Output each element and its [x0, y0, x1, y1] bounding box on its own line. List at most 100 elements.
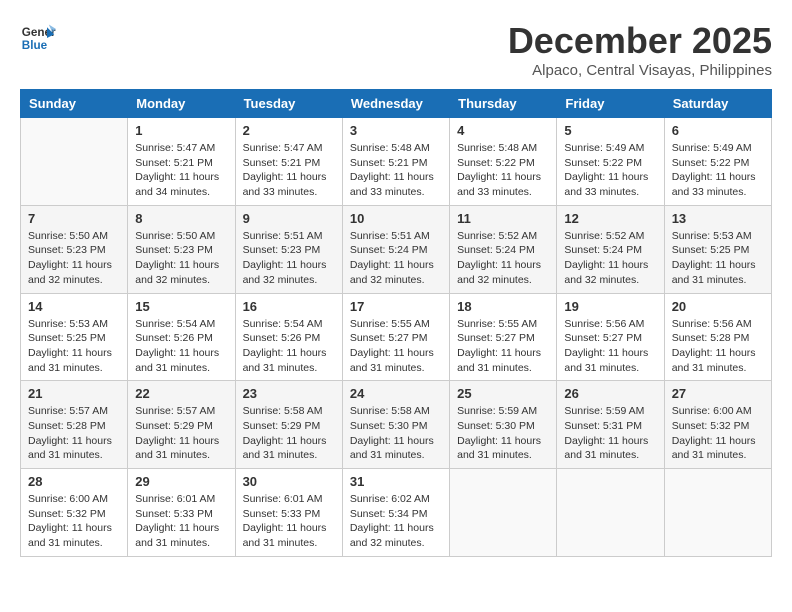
- title-section: December 2025 Alpaco, Central Visayas, P…: [508, 20, 772, 79]
- calendar-week-row: 1Sunrise: 5:47 AMSunset: 5:21 PMDaylight…: [21, 118, 772, 206]
- weekday-header-row: SundayMondayTuesdayWednesdayThursdayFrid…: [21, 90, 772, 118]
- calendar-day-20: 20 Sunrise: 5:56 AMSunset: 5:28 PMDayligh…: [664, 293, 771, 381]
- day-number: 8: [135, 211, 227, 226]
- calendar-day-3: 3 Sunrise: 5:48 AMSunset: 5:21 PMDaylight…: [342, 118, 449, 206]
- day-info: Sunrise: 5:53 AMSunset: 5:25 PMDaylight:…: [28, 317, 120, 376]
- calendar-week-row: 14 Sunrise: 5:53 AMSunset: 5:25 PMDayligh…: [21, 293, 772, 381]
- calendar-day-27: 27 Sunrise: 6:00 AMSunset: 5:32 PMDayligh…: [664, 381, 771, 469]
- day-number: 2: [243, 123, 335, 138]
- day-number: 12: [564, 211, 656, 226]
- day-number: 14: [28, 299, 120, 314]
- calendar-day-18: 18 Sunrise: 5:55 AMSunset: 5:27 PMDayligh…: [450, 293, 557, 381]
- calendar-title: December 2025: [508, 20, 772, 62]
- empty-cell: [450, 469, 557, 557]
- day-info: Sunrise: 5:56 AMSunset: 5:28 PMDaylight:…: [672, 317, 764, 376]
- day-number: 16: [243, 299, 335, 314]
- empty-cell: [21, 118, 128, 206]
- day-info: Sunrise: 5:58 AMSunset: 5:30 PMDaylight:…: [350, 404, 442, 463]
- day-number: 15: [135, 299, 227, 314]
- day-info: Sunrise: 6:00 AMSunset: 5:32 PMDaylight:…: [672, 404, 764, 463]
- day-info: Sunrise: 5:50 AMSunset: 5:23 PMDaylight:…: [135, 229, 227, 288]
- day-number: 24: [350, 386, 442, 401]
- day-info: Sunrise: 5:59 AMSunset: 5:30 PMDaylight:…: [457, 404, 549, 463]
- day-number: 28: [28, 474, 120, 489]
- day-info: Sunrise: 5:52 AMSunset: 5:24 PMDaylight:…: [564, 229, 656, 288]
- day-number: 18: [457, 299, 549, 314]
- page-header: General Blue December 2025 Alpaco, Centr…: [20, 20, 772, 79]
- day-info: Sunrise: 5:48 AMSunset: 5:21 PMDaylight:…: [350, 141, 442, 200]
- calendar-table: SundayMondayTuesdayWednesdayThursdayFrid…: [20, 89, 772, 557]
- calendar-day-31: 31Sunrise: 6:02 AMSunset: 5:34 PMDayligh…: [342, 469, 449, 557]
- calendar-day-28: 28 Sunrise: 6:00 AMSunset: 5:32 PMDayligh…: [21, 469, 128, 557]
- weekday-header-saturday: Saturday: [664, 90, 771, 118]
- weekday-header-monday: Monday: [128, 90, 235, 118]
- calendar-day-23: 23 Sunrise: 5:58 AMSunset: 5:29 PMDayligh…: [235, 381, 342, 469]
- day-number: 29: [135, 474, 227, 489]
- day-info: Sunrise: 5:47 AMSunset: 5:21 PMDaylight:…: [243, 141, 335, 200]
- day-info: Sunrise: 6:00 AMSunset: 5:32 PMDaylight:…: [28, 492, 120, 551]
- calendar-day-17: 17Sunrise: 5:55 AMSunset: 5:27 PMDayligh…: [342, 293, 449, 381]
- calendar-day-29: 29 Sunrise: 6:01 AMSunset: 5:33 PMDayligh…: [128, 469, 235, 557]
- day-info: Sunrise: 5:52 AMSunset: 5:24 PMDaylight:…: [457, 229, 549, 288]
- day-number: 26: [564, 386, 656, 401]
- day-number: 13: [672, 211, 764, 226]
- calendar-day-7: 7 Sunrise: 5:50 AMSunset: 5:23 PMDaylight…: [21, 205, 128, 293]
- calendar-day-30: 30Sunrise: 6:01 AMSunset: 5:33 PMDayligh…: [235, 469, 342, 557]
- calendar-day-12: 12 Sunrise: 5:52 AMSunset: 5:24 PMDayligh…: [557, 205, 664, 293]
- calendar-day-11: 11 Sunrise: 5:52 AMSunset: 5:24 PMDayligh…: [450, 205, 557, 293]
- logo: General Blue: [20, 20, 56, 56]
- calendar-day-24: 24 Sunrise: 5:58 AMSunset: 5:30 PMDayligh…: [342, 381, 449, 469]
- weekday-header-friday: Friday: [557, 90, 664, 118]
- weekday-header-sunday: Sunday: [21, 90, 128, 118]
- day-info: Sunrise: 5:50 AMSunset: 5:23 PMDaylight:…: [28, 229, 120, 288]
- day-number: 19: [564, 299, 656, 314]
- calendar-day-5: 5Sunrise: 5:49 AMSunset: 5:22 PMDaylight…: [557, 118, 664, 206]
- day-number: 31: [350, 474, 442, 489]
- weekday-header-thursday: Thursday: [450, 90, 557, 118]
- day-number: 7: [28, 211, 120, 226]
- day-number: 9: [243, 211, 335, 226]
- day-info: Sunrise: 5:51 AMSunset: 5:23 PMDaylight:…: [243, 229, 335, 288]
- calendar-day-2: 2 Sunrise: 5:47 AMSunset: 5:21 PMDaylight…: [235, 118, 342, 206]
- calendar-day-10: 10Sunrise: 5:51 AMSunset: 5:24 PMDayligh…: [342, 205, 449, 293]
- day-number: 27: [672, 386, 764, 401]
- day-info: Sunrise: 6:01 AMSunset: 5:33 PMDaylight:…: [243, 492, 335, 551]
- day-info: Sunrise: 5:54 AMSunset: 5:26 PMDaylight:…: [135, 317, 227, 376]
- calendar-day-19: 19Sunrise: 5:56 AMSunset: 5:27 PMDayligh…: [557, 293, 664, 381]
- day-number: 23: [243, 386, 335, 401]
- calendar-day-1: 1Sunrise: 5:47 AMSunset: 5:21 PMDaylight…: [128, 118, 235, 206]
- day-info: Sunrise: 5:59 AMSunset: 5:31 PMDaylight:…: [564, 404, 656, 463]
- day-info: Sunrise: 5:53 AMSunset: 5:25 PMDaylight:…: [672, 229, 764, 288]
- day-info: Sunrise: 5:58 AMSunset: 5:29 PMDaylight:…: [243, 404, 335, 463]
- calendar-day-14: 14 Sunrise: 5:53 AMSunset: 5:25 PMDayligh…: [21, 293, 128, 381]
- calendar-day-16: 16 Sunrise: 5:54 AMSunset: 5:26 PMDayligh…: [235, 293, 342, 381]
- calendar-day-25: 25Sunrise: 5:59 AMSunset: 5:30 PMDayligh…: [450, 381, 557, 469]
- day-number: 10: [350, 211, 442, 226]
- day-number: 11: [457, 211, 549, 226]
- day-info: Sunrise: 5:47 AMSunset: 5:21 PMDaylight:…: [135, 141, 227, 200]
- calendar-day-22: 22Sunrise: 5:57 AMSunset: 5:29 PMDayligh…: [128, 381, 235, 469]
- empty-cell: [664, 469, 771, 557]
- day-number: 22: [135, 386, 227, 401]
- day-number: 20: [672, 299, 764, 314]
- day-info: Sunrise: 5:49 AMSunset: 5:22 PMDaylight:…: [672, 141, 764, 200]
- calendar-subtitle: Alpaco, Central Visayas, Philippines: [508, 62, 772, 79]
- weekday-header-wednesday: Wednesday: [342, 90, 449, 118]
- day-number: 21: [28, 386, 120, 401]
- day-info: Sunrise: 6:01 AMSunset: 5:33 PMDaylight:…: [135, 492, 227, 551]
- day-info: Sunrise: 5:57 AMSunset: 5:28 PMDaylight:…: [28, 404, 120, 463]
- calendar-week-row: 21 Sunrise: 5:57 AMSunset: 5:28 PMDayligh…: [21, 381, 772, 469]
- calendar-day-8: 8 Sunrise: 5:50 AMSunset: 5:23 PMDaylight…: [128, 205, 235, 293]
- calendar-day-6: 6Sunrise: 5:49 AMSunset: 5:22 PMDaylight…: [664, 118, 771, 206]
- calendar-day-9: 9 Sunrise: 5:51 AMSunset: 5:23 PMDaylight…: [235, 205, 342, 293]
- day-info: Sunrise: 5:54 AMSunset: 5:26 PMDaylight:…: [243, 317, 335, 376]
- weekday-header-tuesday: Tuesday: [235, 90, 342, 118]
- calendar-week-row: 7 Sunrise: 5:50 AMSunset: 5:23 PMDaylight…: [21, 205, 772, 293]
- day-number: 5: [564, 123, 656, 138]
- calendar-day-4: 4Sunrise: 5:48 AMSunset: 5:22 PMDaylight…: [450, 118, 557, 206]
- day-info: Sunrise: 5:55 AMSunset: 5:27 PMDaylight:…: [457, 317, 549, 376]
- day-number: 3: [350, 123, 442, 138]
- logo-icon: General Blue: [20, 20, 56, 56]
- calendar-day-26: 26 Sunrise: 5:59 AMSunset: 5:31 PMDayligh…: [557, 381, 664, 469]
- day-number: 17: [350, 299, 442, 314]
